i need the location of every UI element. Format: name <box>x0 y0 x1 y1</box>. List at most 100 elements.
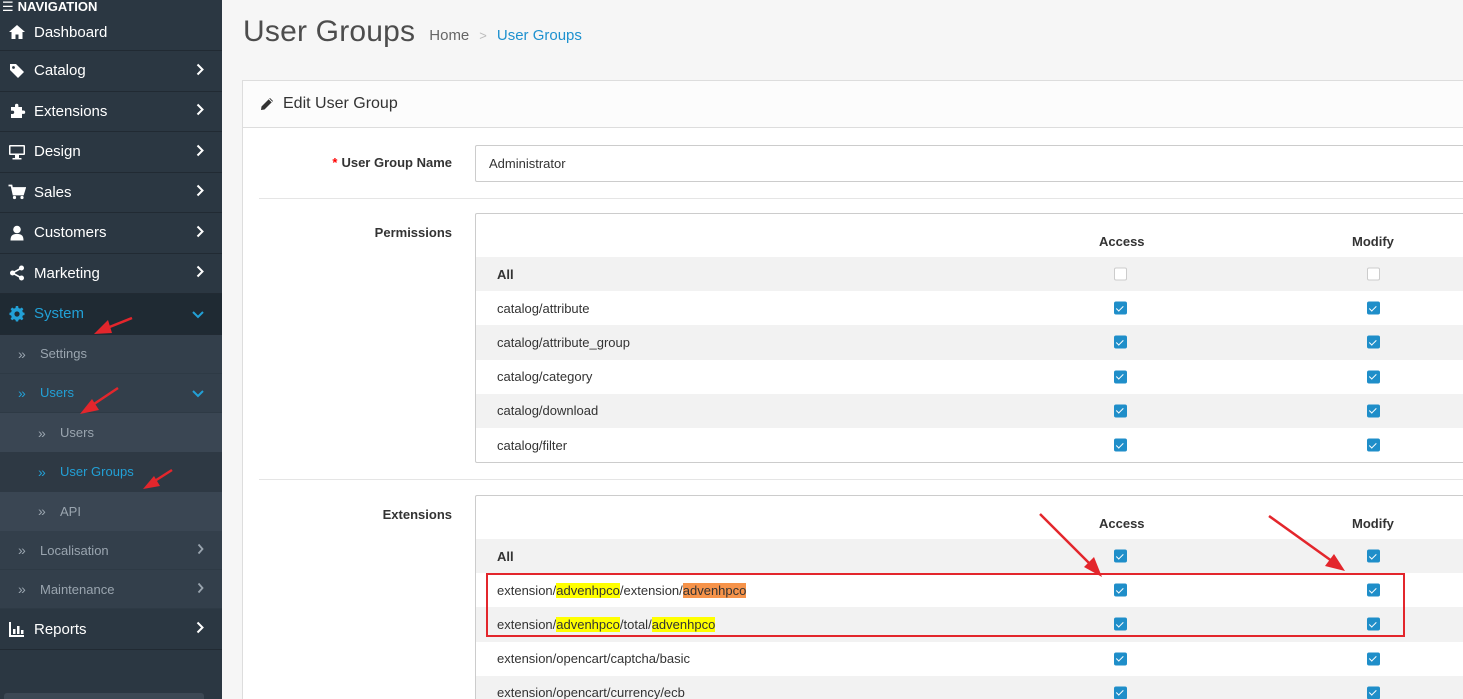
access-checkbox[interactable] <box>1114 404 1127 418</box>
sidebar-item-label: Dashboard <box>34 23 108 41</box>
sidebar-item-sales[interactable]: Sales <box>0 173 222 213</box>
label-segment: advenhpco <box>651 616 716 632</box>
modify-checkbox[interactable] <box>1367 335 1380 349</box>
double-chevron-icon: » <box>18 581 26 598</box>
sidebar-item-reports[interactable]: Reports <box>0 609 222 650</box>
menu-icon[interactable]: ☰ <box>2 0 14 13</box>
sidebar-item-label: Reports <box>34 620 87 638</box>
sidebar-subitem-label: Users <box>40 385 74 401</box>
home-icon <box>6 24 28 40</box>
sidebar-item-label: Sales <box>34 183 72 201</box>
permission-row-label: catalog/category <box>497 369 593 385</box>
chevron-right-icon <box>196 621 204 638</box>
access-checkbox[interactable] <box>1114 549 1127 563</box>
modify-checkbox[interactable] <box>1367 438 1380 452</box>
permission-row-label: All <box>497 266 514 282</box>
sidebar-item-customers[interactable]: Customers <box>0 213 222 254</box>
desktop-icon <box>6 144 28 160</box>
modify-checkbox[interactable] <box>1367 617 1380 631</box>
label-segment: advenhpco <box>682 582 747 598</box>
permission-row: All <box>476 257 1463 292</box>
label-segment: advenhpco <box>556 582 620 598</box>
modify-checkbox[interactable] <box>1367 267 1380 281</box>
label-segment: advenhpco <box>556 616 620 632</box>
modify-checkbox[interactable] <box>1367 549 1380 563</box>
extension-row-label: All <box>497 548 514 564</box>
breadcrumb-current-link[interactable]: User Groups <box>497 27 582 44</box>
navigation-header-label: NAVIGATION <box>17 0 98 14</box>
chevron-right-icon <box>196 62 204 79</box>
chevron-right-icon <box>196 224 204 241</box>
label-segment: extension/ <box>497 616 557 632</box>
sidebar-item-catalog[interactable]: Catalog <box>0 51 222 92</box>
sidebar-item-design[interactable]: Design <box>0 132 222 173</box>
user-group-name-input[interactable] <box>475 145 1463 182</box>
extension-row: extension/advenhpco/extension/advenhpco <box>476 573 1463 607</box>
sidebar-subsubitem-label: Users <box>60 425 94 441</box>
extension-row: All <box>476 539 1463 574</box>
double-chevron-icon: » <box>18 384 26 401</box>
sidebar-subitem-users[interactable]: » Users <box>0 373 222 413</box>
permissions-table: Access Modify All catalog/attribute catalo… <box>475 213 1463 463</box>
extensions-table-header: Access Modify <box>476 496 1463 539</box>
sidebar-subitem-settings[interactable]: » Settings <box>0 334 222 374</box>
panel-heading: Edit User Group <box>243 81 1463 128</box>
permission-row-label: catalog/filter <box>497 437 568 453</box>
access-checkbox[interactable] <box>1114 652 1127 666</box>
divider <box>259 198 1463 199</box>
modify-checkbox[interactable] <box>1367 370 1380 384</box>
sidebar-scrollbar[interactable] <box>4 693 204 699</box>
permissions-label: Permissions <box>374 225 452 240</box>
double-chevron-icon: » <box>38 503 46 520</box>
page-title: User Groups <box>243 15 416 48</box>
divider <box>259 479 1463 480</box>
permission-row: catalog/attribute <box>476 291 1463 325</box>
extensions-label: Extensions <box>382 507 452 522</box>
double-chevron-icon: » <box>38 424 46 441</box>
modify-checkbox[interactable] <box>1367 652 1380 666</box>
breadcrumb-separator: > <box>479 27 487 43</box>
sidebar-item-label: Design <box>34 143 81 161</box>
sidebar-subitem-label: Localisation <box>40 542 109 558</box>
permission-row-label: catalog/download <box>497 403 599 419</box>
column-header-modify: Modify <box>1352 516 1394 531</box>
double-chevron-icon: » <box>38 463 46 480</box>
sidebar-subsubitem-api[interactable]: » API <box>0 491 222 532</box>
access-checkbox[interactable] <box>1114 583 1127 597</box>
sidebar-subitem-localisation[interactable]: » Localisation <box>0 531 222 571</box>
modify-checkbox[interactable] <box>1367 404 1380 418</box>
access-checkbox[interactable] <box>1114 370 1127 384</box>
puzzle-icon <box>6 103 28 119</box>
chevron-right-icon <box>197 543 204 558</box>
sidebar-subitem-maintenance[interactable]: » Maintenance <box>0 570 222 610</box>
modify-checkbox[interactable] <box>1367 686 1380 699</box>
extension-row-label: extension/opencart/captcha/basic <box>497 651 690 667</box>
modify-checkbox[interactable] <box>1367 583 1380 597</box>
access-checkbox[interactable] <box>1114 617 1127 631</box>
user-group-name-label: * User Group Name <box>259 155 452 170</box>
access-checkbox[interactable] <box>1114 301 1127 315</box>
column-header-access: Access <box>1099 516 1145 531</box>
access-checkbox[interactable] <box>1114 686 1127 699</box>
breadcrumb-home-link[interactable]: Home <box>429 27 469 44</box>
chevron-right-icon <box>196 143 204 160</box>
extension-row: extension/opencart/captcha/basic <box>476 642 1463 676</box>
tag-icon <box>6 63 28 79</box>
access-checkbox[interactable] <box>1114 438 1127 452</box>
column-header-access: Access <box>1099 234 1145 249</box>
extension-row: extension/advenhpco/total/advenhpco <box>476 607 1463 642</box>
sidebar-item-marketing[interactable]: Marketing <box>0 254 222 294</box>
access-checkbox[interactable] <box>1114 267 1127 281</box>
access-checkbox[interactable] <box>1114 335 1127 349</box>
sidebar-item-dashboard[interactable]: Dashboard <box>0 14 222 51</box>
navigation-header: ☰ NAVIGATION <box>0 0 222 14</box>
sidebar-item-extensions[interactable]: Extensions <box>0 92 222 132</box>
sidebar-subsubitem-user-groups[interactable]: » User Groups <box>0 452 222 492</box>
label-segment: /extension/ <box>619 582 683 598</box>
sidebar-subsubitem-users[interactable]: » Users <box>0 412 222 453</box>
sidebar-item-system[interactable]: System <box>0 294 222 335</box>
sidebar-item-label: Customers <box>34 224 107 242</box>
chevron-right-icon <box>197 582 204 597</box>
panel-heading-title: Edit User Group <box>283 95 398 112</box>
modify-checkbox[interactable] <box>1367 301 1380 315</box>
